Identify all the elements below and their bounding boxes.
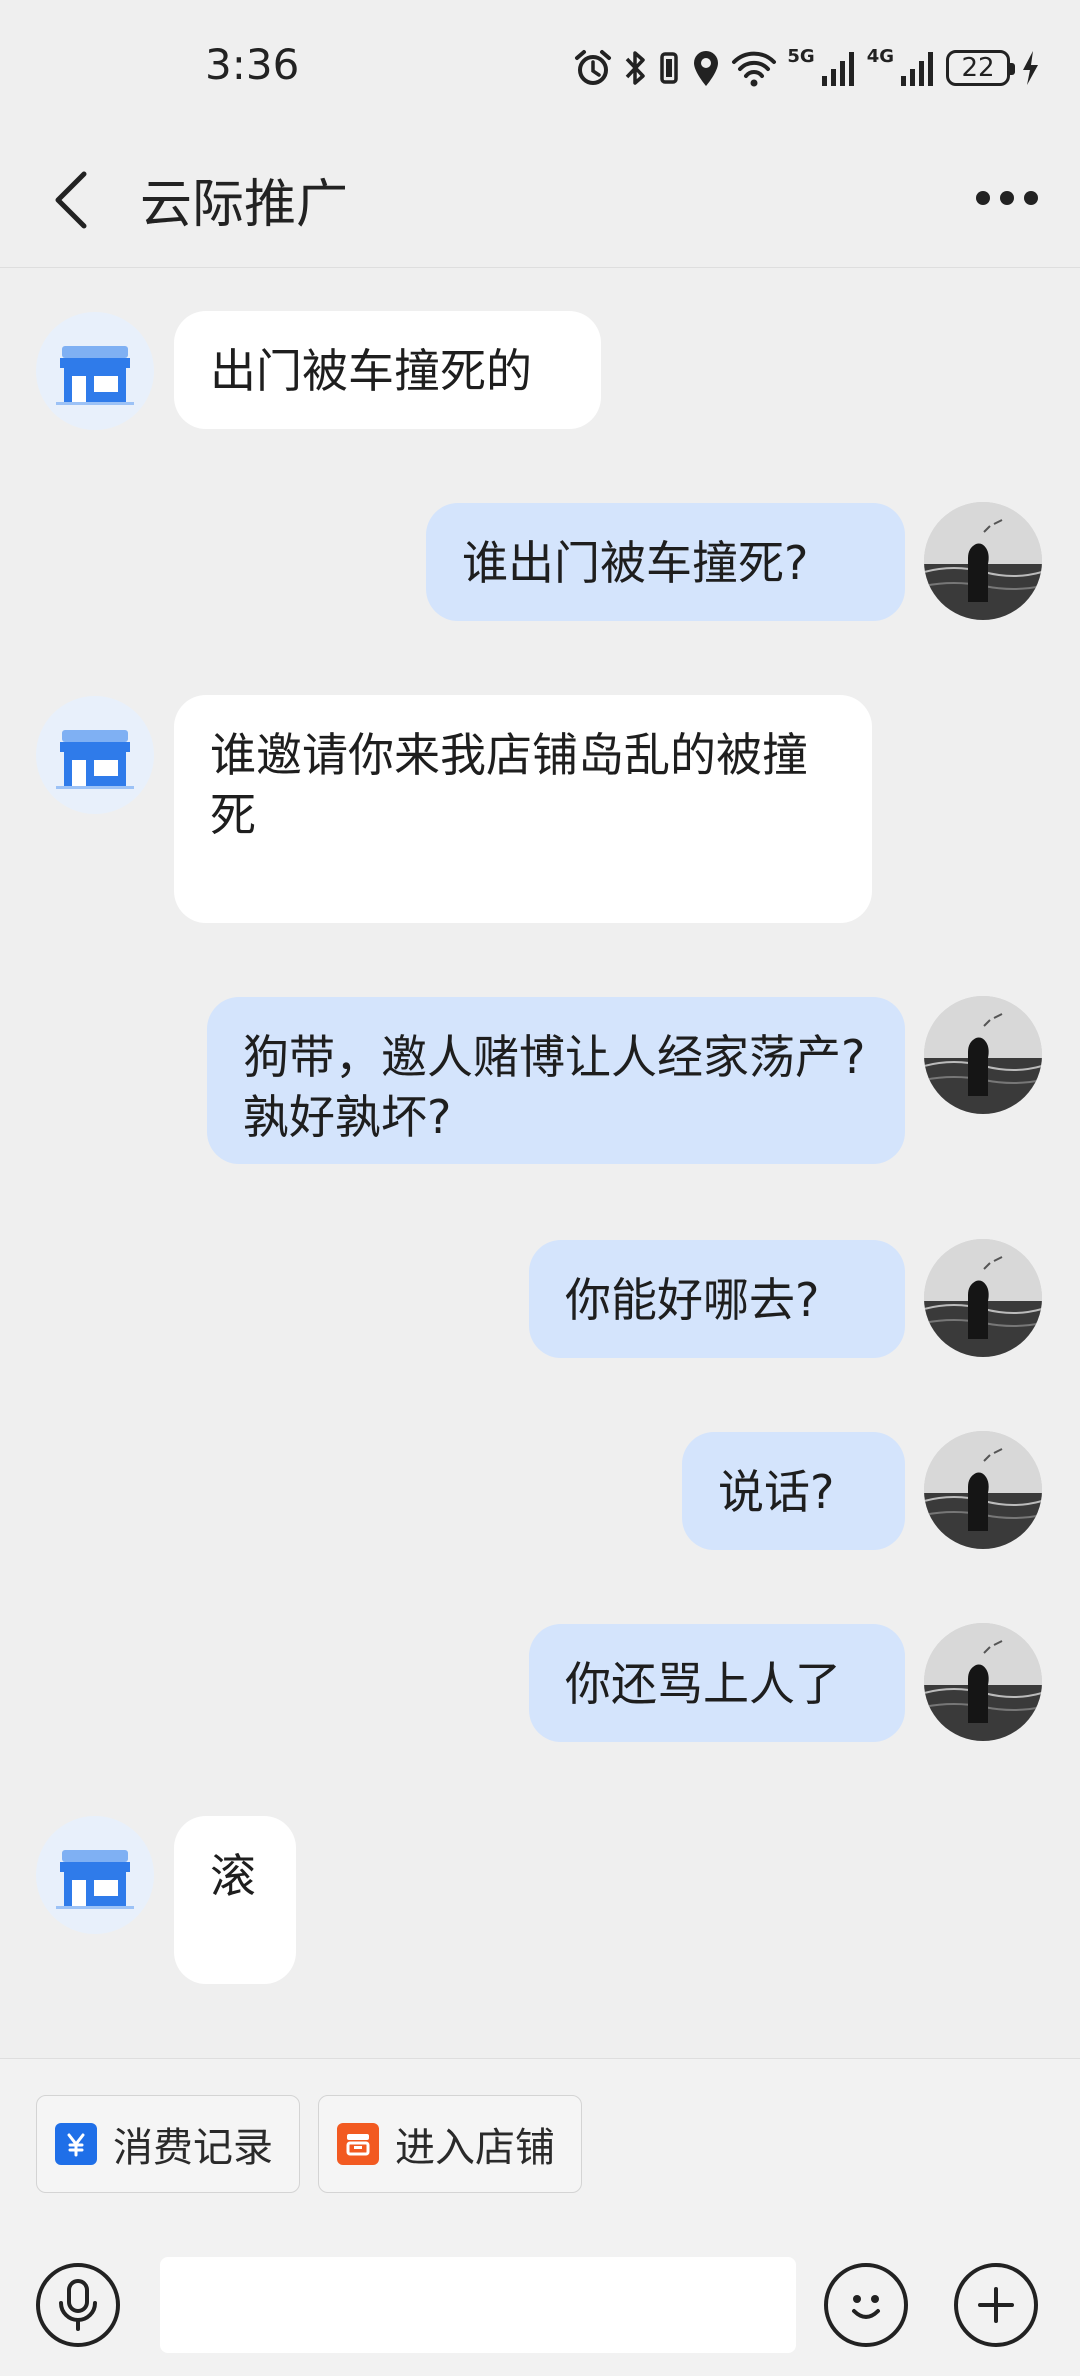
consumption-record-button[interactable]: 消费记录 (36, 2095, 300, 2193)
user-photo-icon (924, 1239, 1042, 1357)
user-photo-icon (924, 502, 1042, 620)
user-avatar[interactable] (924, 1239, 1042, 1357)
signal-icon (821, 52, 854, 86)
shop-storefront-icon (56, 1850, 134, 1909)
emoji-button[interactable] (824, 2263, 908, 2347)
message-text: 狗带，邀人赌博让人经家荡产?孰好孰坏? (243, 1030, 866, 1144)
more-dots-icon[interactable] (974, 180, 1040, 216)
user-photo-icon (924, 1623, 1042, 1741)
shop-avatar[interactable] (36, 696, 154, 814)
charging-icon (1023, 51, 1038, 85)
alarm-icon (575, 50, 612, 85)
location-icon (694, 51, 719, 86)
plus-icon (978, 2287, 1014, 2323)
message-text: 你能好哪去? (565, 1273, 820, 1327)
message-text: 出门被车撞死的 (210, 344, 532, 398)
message-input[interactable] (160, 2257, 796, 2353)
battery-level: 22 (961, 53, 995, 83)
message-text: 滚 (210, 1849, 256, 1903)
user-avatar[interactable] (924, 996, 1042, 1114)
consumption-record-label: 消费记录 (113, 2125, 273, 2171)
message-text: 谁出门被车撞死? (462, 536, 809, 590)
user-photo-icon (924, 1431, 1042, 1549)
store-icon (337, 2123, 379, 2165)
chat-title: 云际推广 (140, 175, 349, 235)
voice-button[interactable] (36, 2263, 120, 2347)
battery-icon: 22 (946, 50, 1015, 86)
user-avatar[interactable] (924, 1623, 1042, 1741)
enter-store-label: 进入店铺 (395, 2125, 555, 2171)
message-list[interactable]: 出门被车撞死的 谁出门被车撞死? 谁邀请你来我店铺岛乱的被撞死 狗带，邀人赌博让… (0, 268, 1080, 2058)
user-photo-icon (924, 996, 1042, 1114)
message-bubble[interactable]: 谁出门被车撞死? (426, 503, 905, 621)
more-functions-button[interactable] (954, 2263, 1038, 2347)
vibrate-icon (660, 52, 679, 84)
status-bar: 3:36 5G 4G 22 (0, 0, 1080, 130)
message-bubble[interactable]: 滚 (174, 1816, 296, 1984)
message-bubble[interactable]: 狗带，邀人赌博让人经家荡产?孰好孰坏? (207, 997, 905, 1164)
bluetooth-icon (626, 51, 646, 85)
smiley-icon (852, 2295, 880, 2319)
shop-storefront-icon (56, 346, 134, 405)
message-text: 说话? (718, 1465, 835, 1519)
sim1-network-label: 5G (787, 46, 815, 67)
sim2-network-label: 4G (866, 46, 894, 67)
message-bubble[interactable]: 说话? (682, 1432, 905, 1550)
yuan-receipt-icon (55, 2123, 97, 2165)
message-bubble[interactable]: 出门被车撞死的 (174, 311, 601, 429)
chat-header: 云际推广 (0, 130, 1080, 268)
message-bubble[interactable]: 谁邀请你来我店铺岛乱的被撞死 (174, 695, 872, 923)
wifi-icon (732, 51, 777, 87)
shop-avatar[interactable] (36, 312, 154, 430)
user-avatar[interactable] (924, 502, 1042, 620)
message-bubble[interactable]: 你还骂上人了 (529, 1624, 905, 1742)
microphone-icon (59, 2279, 97, 2331)
message-text: 谁邀请你来我店铺岛乱的被撞死 (210, 728, 808, 842)
shop-avatar[interactable] (36, 1816, 154, 1934)
message-text: 你还骂上人了 (565, 1657, 841, 1711)
user-avatar[interactable] (924, 1431, 1042, 1549)
signal-icon (901, 52, 933, 86)
enter-store-button[interactable]: 进入店铺 (318, 2095, 582, 2193)
status-time: 3:36 (205, 40, 300, 89)
message-bubble[interactable]: 你能好哪去? (529, 1240, 905, 1358)
shop-storefront-icon (56, 730, 134, 789)
status-icons: 5G 4G 22 (573, 46, 1040, 90)
bottom-panel: 消费记录 进入店铺 (0, 2058, 1080, 2376)
chevron-left-icon[interactable] (50, 168, 94, 232)
